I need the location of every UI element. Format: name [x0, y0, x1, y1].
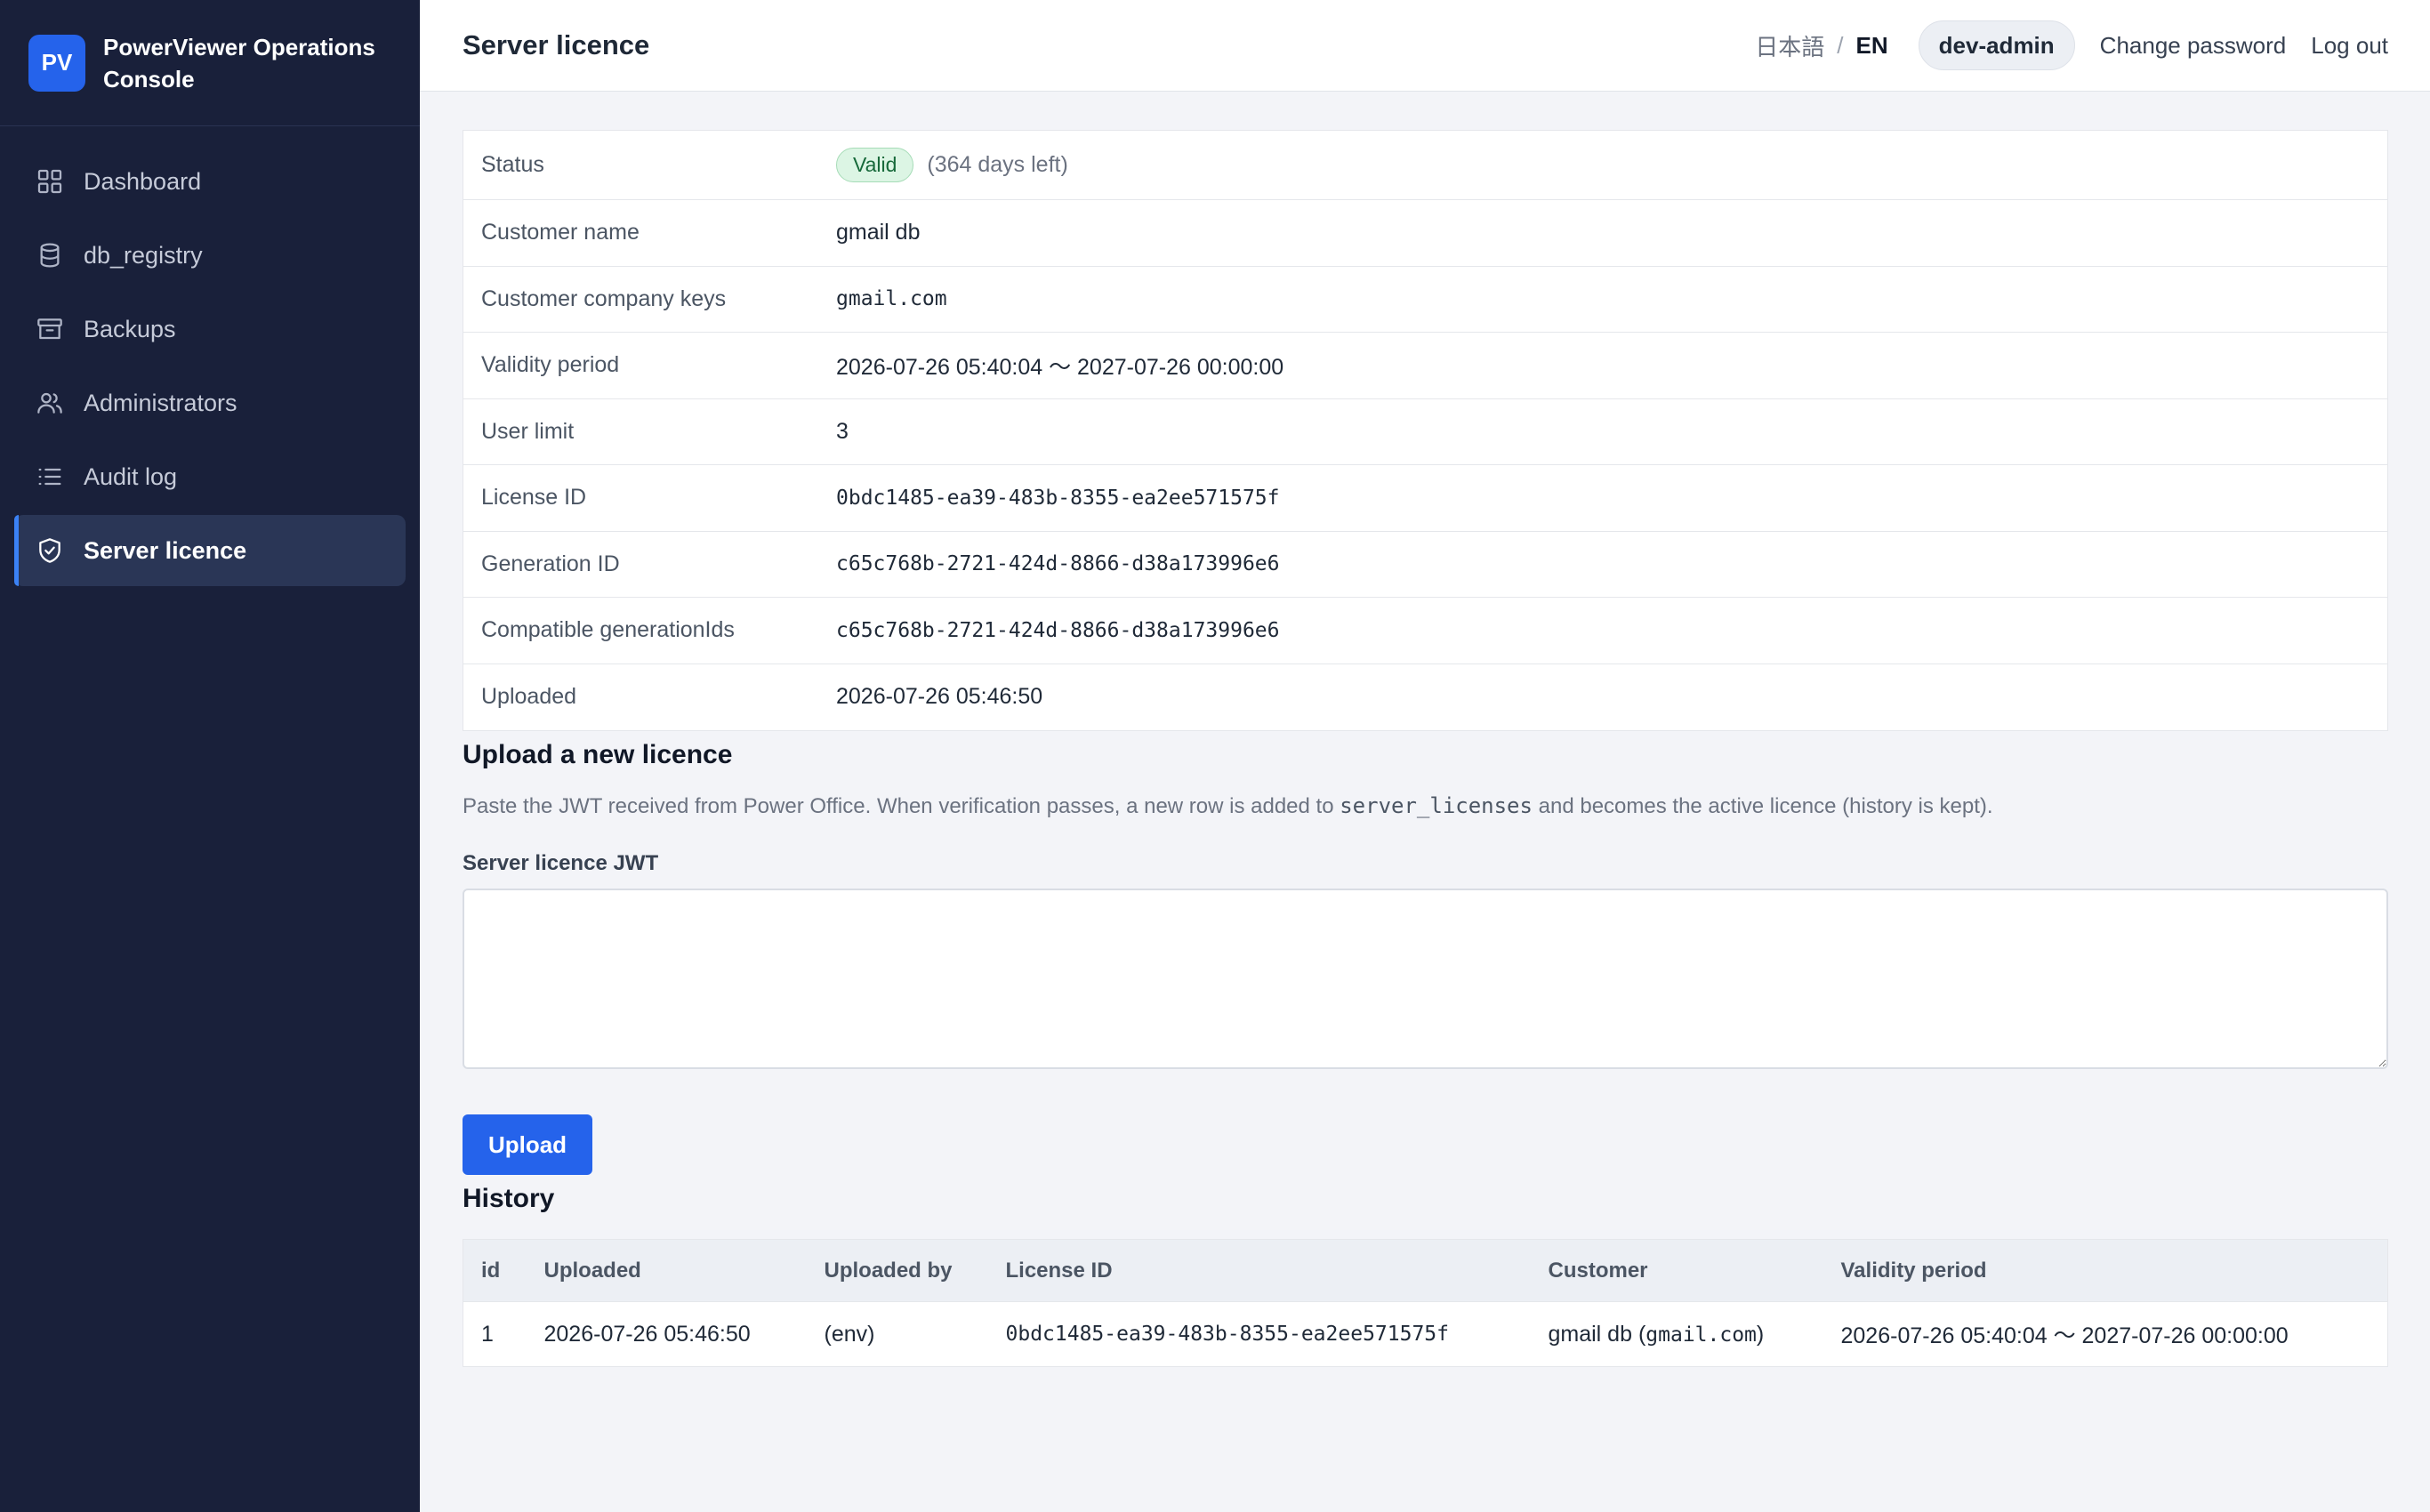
cell-validity: 2026-07-26 05:40:04 〜 2027-07-26 00:00:0…	[1822, 1301, 2388, 1367]
licence-details: Status Valid (364 days left) Customer na…	[463, 130, 2388, 731]
sidebar-item-label: Audit log	[84, 462, 178, 490]
cell-uploaded-by: (env)	[806, 1301, 988, 1367]
upload-desc-code: server_licenses	[1340, 793, 1533, 818]
sidebar-item-label: Dashboard	[84, 167, 202, 195]
cell-customer-open: (	[1632, 1321, 1646, 1347]
brand-logo: PV	[28, 34, 85, 92]
jwt-textarea[interactable]	[463, 889, 2388, 1069]
customer-name-value: gmail db	[836, 220, 921, 245]
header-actions: 日本語 / EN dev-admin Change password Log o…	[1755, 20, 2388, 70]
user-chip[interactable]: dev-admin	[1918, 20, 2075, 70]
brand[interactable]: PV PowerViewer Operations Console	[0, 0, 420, 126]
compatible-ids-row: Compatible generationIds c65c768b-2721-4…	[463, 598, 2387, 664]
sidebar: PV PowerViewer Operations Console Dashbo…	[0, 0, 420, 1512]
upload-desc-text-end: and becomes the active licence (history …	[1532, 794, 1993, 818]
brand-name: PowerViewer Operations Console	[103, 33, 375, 92]
upload-button[interactable]: Upload	[463, 1114, 592, 1175]
company-keys-value: gmail.com	[836, 287, 947, 311]
generation-id-label: Generation ID	[481, 551, 620, 576]
col-uploaded-by: Uploaded by	[824, 1258, 953, 1283]
col-customer: Customer	[1548, 1258, 1648, 1283]
archive-box-icon	[37, 318, 62, 340]
col-validity: Validity period	[1840, 1258, 1987, 1283]
compatible-ids-label: Compatible generationIds	[481, 617, 735, 643]
sidebar-item-backups[interactable]: Backups	[14, 294, 406, 365]
col-uploaded: Uploaded	[543, 1258, 641, 1283]
page-title: Server licence	[463, 29, 650, 60]
user-limit-row: User limit 3	[463, 399, 2387, 465]
upload-desc-text: Paste the JWT received from Power Office…	[463, 794, 1340, 818]
col-id: id	[481, 1258, 501, 1283]
uploaded-value: 2026-07-26 05:46:50	[836, 684, 1043, 710]
cell-customer-key: gmail.com	[1645, 1323, 1757, 1347]
status-value: Valid (364 days left)	[836, 148, 1068, 182]
sidebar-item-label: Server licence	[84, 536, 247, 564]
license-id-row: License ID 0bdc1485-ea39-483b-8355-ea2ee…	[463, 465, 2387, 532]
history-title: History	[463, 1184, 555, 1213]
customer-name-label: Customer name	[481, 220, 640, 245]
lang-ja-link[interactable]: 日本語	[1755, 29, 1824, 62]
top-header: Server licence 日本語 / EN dev-admin Change…	[420, 0, 2430, 92]
generation-id-value: c65c768b-2721-424d-8866-d38a173996e6	[836, 552, 1280, 576]
table-row: 1 2026-07-26 05:46:50 (env) 0bdc1485-ea3…	[463, 1301, 2388, 1367]
change-password-link[interactable]: Change password	[2100, 32, 2287, 60]
dashboard-grid-icon	[37, 169, 62, 194]
uploaded-row: Uploaded 2026-07-26 05:46:50	[463, 664, 2387, 731]
sidebar-item-label: Backups	[84, 315, 176, 342]
sidebar-item-dashboard[interactable]: Dashboard	[14, 146, 406, 217]
generation-id-row: Generation ID c65c768b-2721-424d-8866-d3…	[463, 532, 2387, 598]
history-table: id Uploaded Uploaded by License ID Custo…	[463, 1239, 2388, 1367]
jwt-field-label: Server licence JWT	[463, 851, 659, 875]
days-left: (364 days left)	[927, 152, 1068, 177]
company-keys-label: Customer company keys	[481, 286, 727, 311]
sidebar-item-label: db_registry	[84, 241, 203, 269]
upload-section-title: Upload a new licence	[463, 740, 733, 769]
customer-name-row: Customer name gmail db	[463, 200, 2387, 267]
lang-en-link[interactable]: EN	[1856, 32, 1888, 60]
upload-description: Paste the JWT received from Power Office…	[463, 793, 2388, 819]
validity-label: Validity period	[481, 352, 620, 378]
sidebar-item-db-registry[interactable]: db_registry	[14, 220, 406, 291]
history-header-row: id Uploaded Uploaded by License ID Custo…	[463, 1239, 2388, 1302]
cell-customer: gmail db (gmail.com)	[1530, 1301, 1823, 1367]
cell-customer-name: gmail db	[1548, 1321, 1633, 1347]
users-icon	[37, 392, 62, 414]
sidebar-item-audit-log[interactable]: Audit log	[14, 441, 406, 512]
status-row: Status Valid (364 days left)	[463, 131, 2387, 200]
logout-link[interactable]: Log out	[2311, 32, 2388, 60]
shield-check-icon	[39, 538, 60, 563]
cell-uploaded: 2026-07-26 05:46:50	[526, 1301, 807, 1367]
status-badge: Valid	[836, 148, 914, 182]
status-label: Status	[481, 152, 544, 177]
user-limit-value: 3	[836, 418, 849, 444]
license-id-value: 0bdc1485-ea39-483b-8355-ea2ee571575f	[836, 486, 1280, 510]
cell-id: 1	[463, 1301, 527, 1367]
cell-license-id: 0bdc1485-ea39-483b-8355-ea2ee571575f	[987, 1301, 1531, 1367]
cell-customer-close: )	[1756, 1321, 1765, 1347]
lang-separator: /	[1837, 31, 1844, 59]
sidebar-item-server-licence[interactable]: Server licence	[14, 515, 406, 586]
compatible-ids-value: c65c768b-2721-424d-8866-d38a173996e6	[836, 618, 1280, 642]
col-license-id: License ID	[1005, 1258, 1113, 1283]
database-icon	[40, 243, 60, 268]
user-limit-label: User limit	[481, 418, 575, 444]
sidebar-nav: Dashboard db_registry Backups Administra…	[0, 126, 420, 586]
main-content: Status Valid (364 days left) Customer na…	[463, 130, 2388, 1367]
list-icon	[38, 468, 61, 486]
sidebar-item-label: Administrators	[84, 389, 237, 416]
validity-row: Validity period 2026-07-26 05:40:04 〜 20…	[463, 333, 2387, 399]
license-id-label: License ID	[481, 485, 587, 511]
company-keys-row: Customer company keys gmail.com	[463, 267, 2387, 333]
sidebar-item-administrators[interactable]: Administrators	[14, 367, 406, 438]
validity-value: 2026-07-26 05:40:04 〜 2027-07-26 00:00:0…	[836, 354, 1284, 380]
uploaded-label: Uploaded	[481, 684, 577, 710]
